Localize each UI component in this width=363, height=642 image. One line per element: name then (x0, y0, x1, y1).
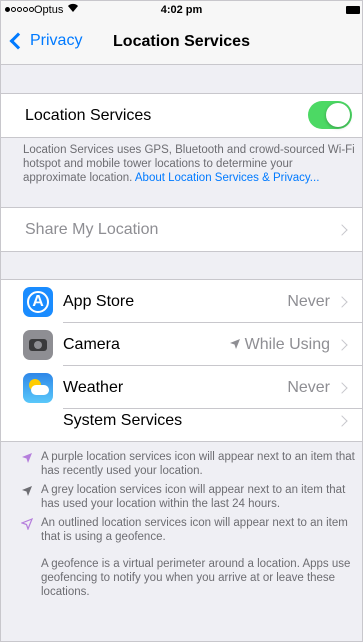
status-bar: Optus 4:02 pm (1, 1, 362, 21)
share-my-location-row[interactable]: Share My Location (1, 208, 362, 251)
app-name: Weather (63, 378, 124, 396)
location-services-label: Location Services (25, 106, 152, 124)
geofence-note: A geofence is a virtual perimeter around… (41, 558, 351, 598)
grey-location-arrow-icon (22, 486, 32, 496)
weather-icon (23, 372, 53, 403)
app-store-icon: A (23, 286, 53, 317)
navigation-bar: Privacy Location Services (1, 21, 362, 65)
location-services-description: Location Services uses GPS, Bluetooth an… (23, 143, 355, 185)
app-permission-value: Never (287, 292, 330, 310)
page-title: Location Services (113, 33, 250, 50)
apps-group: A App Store Never Camera While Using Wea… (1, 279, 362, 442)
system-services-row[interactable]: System Services (1, 399, 362, 442)
system-services-label: System Services (63, 411, 183, 429)
camera-icon (23, 329, 53, 360)
purple-location-arrow-icon (22, 453, 32, 463)
chevron-right-icon (336, 414, 348, 427)
app-row-app-store[interactable]: A App Store Never (1, 280, 362, 323)
about-privacy-link[interactable]: About Location Services & Privacy... (135, 172, 320, 184)
location-services-toggle[interactable] (308, 101, 352, 129)
chevron-right-icon (336, 338, 348, 351)
app-permission-value: While Using (229, 336, 330, 354)
share-my-location-label: Share My Location (25, 220, 159, 238)
outlined-location-arrow-icon (21, 518, 33, 530)
chevron-right-icon (336, 381, 348, 394)
legend-text: A grey location services icon will appea… (41, 484, 346, 510)
location-arrow-icon (229, 338, 240, 349)
app-permission-value: Never (287, 378, 330, 396)
location-services-row: Location Services (1, 94, 362, 137)
app-name: Camera (63, 335, 120, 353)
location-services-group: Location Services (1, 93, 362, 138)
legend-text: A purple location services icon will app… (41, 451, 355, 477)
app-name: App Store (63, 292, 135, 310)
toggle-knob (326, 103, 350, 127)
app-row-camera[interactable]: Camera While Using (1, 323, 362, 366)
chevron-right-icon (336, 223, 348, 236)
share-location-group: Share My Location (1, 207, 362, 252)
settings-screen: Optus 4:02 pm Privacy Location Services … (0, 0, 363, 642)
legend-text: An outlined location services icon will … (41, 517, 348, 543)
chevron-right-icon (336, 295, 348, 308)
status-time: 4:02 pm (160, 4, 203, 16)
battery-icon (346, 6, 360, 14)
